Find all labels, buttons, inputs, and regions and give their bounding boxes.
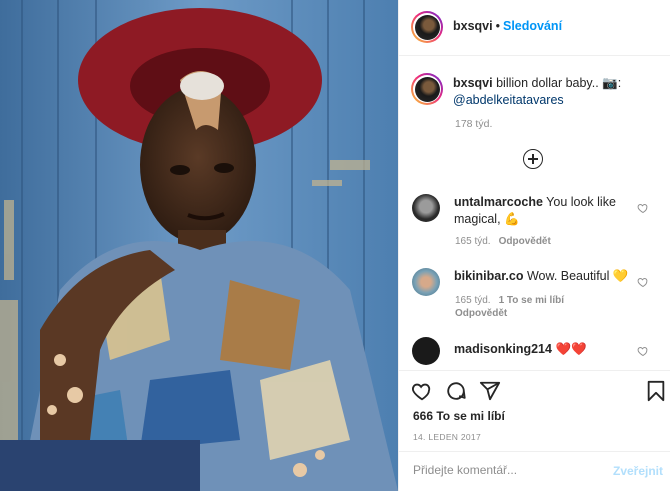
comments-list: untalmarcoche You look like magical, 💪 1…: [399, 180, 670, 370]
post-comment-button[interactable]: Zveřejnit: [613, 464, 663, 478]
caption-avatar[interactable]: [411, 73, 443, 105]
comment-time[interactable]: 165 týd.: [455, 295, 491, 306]
load-more-comments-icon[interactable]: [523, 149, 543, 169]
follow-button[interactable]: Sledování: [503, 19, 562, 33]
comment-like-heart-icon[interactable]: [637, 202, 649, 214]
commenter-avatar[interactable]: [412, 337, 440, 365]
add-comment-bar: Zveřejnit: [399, 451, 670, 491]
caption-body: billion dollar baby.. 📷:: [496, 76, 622, 90]
comment-like-heart-icon[interactable]: [637, 276, 649, 288]
comment-body: ❤️❤️: [555, 342, 587, 356]
comment-text: bikinibar.co Wow. Beautiful 💛: [454, 268, 644, 285]
comment-meta: 165 týd. Odpovědět: [455, 236, 551, 247]
comment-username[interactable]: untalmarcoche: [454, 195, 543, 209]
heart-icon[interactable]: [411, 380, 433, 402]
post-header: bxsqvi • Sledování: [399, 0, 670, 56]
comment-meta: 165 týd. 1 To se mi líbí: [455, 295, 564, 306]
caption-time[interactable]: 178 týd.: [455, 118, 492, 130]
comment-body: Wow. Beautiful 💛: [526, 269, 629, 283]
post-photo[interactable]: [0, 0, 398, 491]
comment-likes[interactable]: 1 To se mi líbí: [499, 295, 564, 306]
author-avatar[interactable]: [411, 11, 443, 43]
author-username[interactable]: bxsqvi: [453, 19, 493, 33]
likes-count[interactable]: 666 To se mi líbí: [413, 409, 505, 423]
share-icon[interactable]: [479, 380, 501, 402]
header-line: bxsqvi • Sledování: [453, 19, 562, 33]
reply-button[interactable]: Odpovědět: [455, 308, 507, 319]
comment-like-heart-icon[interactable]: [637, 345, 649, 357]
post-date[interactable]: 14. LEDEN 2017: [413, 432, 481, 442]
comment-text: madisonking214 ❤️❤️: [454, 341, 644, 358]
caption-text: bxsqvi billion dollar baby.. 📷: @abdelke…: [453, 75, 658, 109]
separator-dot: •: [495, 19, 500, 33]
post-side-panel: bxsqvi • Sledování bxsqvi billion dollar b…: [398, 0, 670, 491]
comment-username[interactable]: bikinibar.co: [454, 269, 523, 283]
caption-username[interactable]: bxsqvi: [453, 76, 493, 90]
comment-time[interactable]: 165 týd.: [455, 236, 491, 247]
comment-text: untalmarcoche You look like magical, 💪: [454, 194, 644, 228]
caption-mention[interactable]: @abdelkeitatavares: [453, 93, 564, 107]
bookmark-icon[interactable]: [645, 380, 667, 402]
comment-username[interactable]: madisonking214: [454, 342, 552, 356]
commenter-avatar[interactable]: [412, 194, 440, 222]
reply-button[interactable]: Odpovědět: [499, 236, 551, 247]
comment-icon[interactable]: [445, 380, 467, 402]
commenter-avatar[interactable]: [412, 268, 440, 296]
comment-input[interactable]: [413, 463, 603, 477]
